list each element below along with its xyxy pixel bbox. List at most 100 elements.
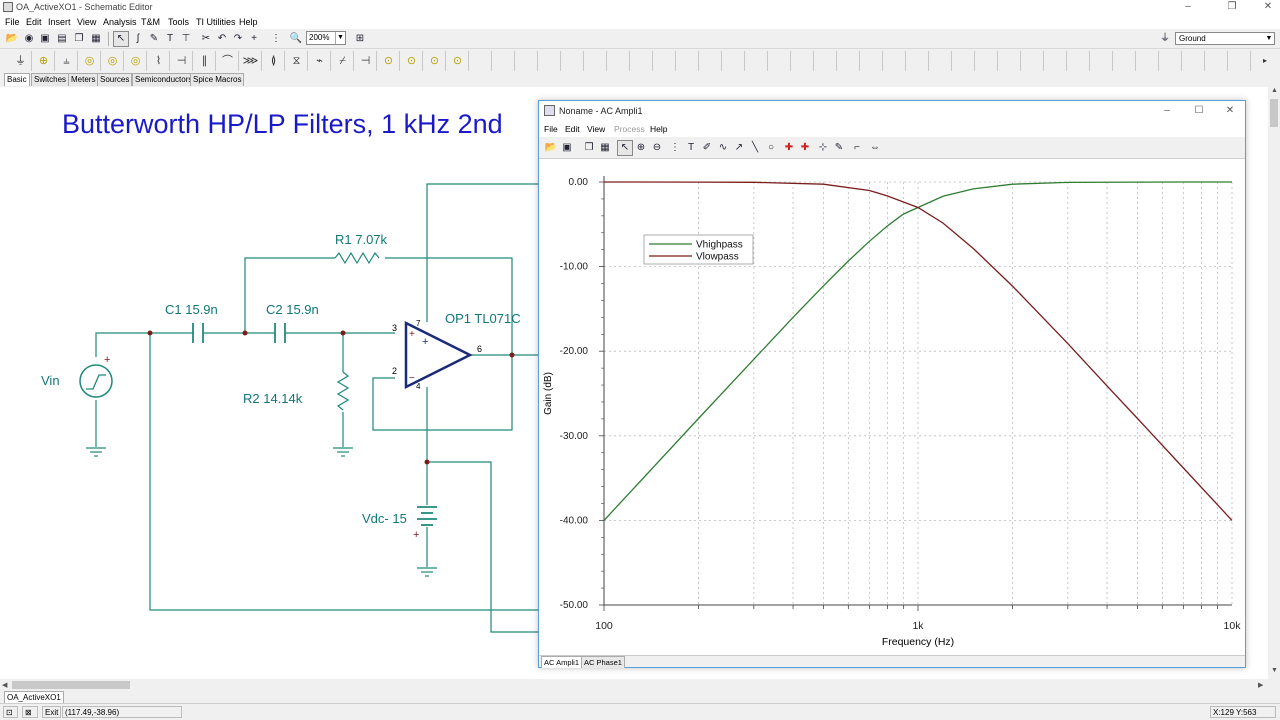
line-icon[interactable]: ╲ [747,140,763,156]
tab-document[interactable]: OA_ActiveXO1 [4,691,64,703]
vertical-scrollbar[interactable]: ▲ ▼ [1268,87,1280,679]
horizontal-scroll-thumb[interactable] [12,681,130,689]
add-icon[interactable]: + [246,31,262,47]
resistor-icon[interactable]: ⌇ [148,51,170,71]
draw-icon[interactable]: ✎ [831,140,847,156]
paste-icon[interactable]: ▦ [597,140,613,156]
menu-insert[interactable]: Insert [48,17,71,27]
text-tool-icon[interactable]: T [683,140,699,156]
tab-semiconductors[interactable]: Semiconductors [132,73,196,86]
source-component-icon[interactable]: ◎ [79,51,101,71]
zoom-icon[interactable]: 🔍 [288,31,304,47]
curve-icon[interactable]: ∿ [715,140,731,156]
menu-help[interactable]: Help [239,17,258,27]
power-meter-icon[interactable]: ⊙ [424,51,446,71]
switch-icon[interactable]: ⌁ [309,51,331,71]
ground-component-icon[interactable]: ⏚ [10,51,32,71]
copy-icon[interactable]: ❐ [581,140,597,156]
select-arrow-icon[interactable]: ↖ [617,140,633,156]
ground-tool-icon[interactable]: ⏚ [1157,31,1173,47]
marker-icon[interactable]: ⊹ [815,140,831,156]
annotate-icon[interactable]: ✐ [699,140,715,156]
meter-icon[interactable]: ⊙ [447,51,469,71]
vertical-scroll-thumb[interactable] [1270,99,1278,127]
pen-icon[interactable]: ✎ [146,31,162,47]
ac-menu-view[interactable]: View [587,124,605,134]
zoom-fit-icon[interactable]: ⊞ [352,31,368,47]
tab-switches[interactable]: Switches [31,73,70,86]
tab-ac-phase[interactable]: AC Phase1 [581,656,625,668]
coupled-inductor-icon[interactable]: ≬ [263,51,285,71]
grid-icon[interactable]: ⋮ [667,140,683,156]
zoom-out-icon[interactable]: ⊖ [649,140,665,156]
ammeter-icon[interactable]: ⊙ [401,51,423,71]
cut-icon[interactable]: ✂ [198,31,214,47]
step-icon[interactable]: ⌐ [849,140,865,156]
tab-sources[interactable]: Sources [97,73,133,86]
wire-icon[interactable]: ʃ [130,31,146,47]
paste-icon[interactable]: ▦ [88,31,104,47]
zoom-in-icon[interactable]: ⊕ [633,140,649,156]
menu-view[interactable]: View [77,17,96,27]
menu-analysis[interactable]: Analysis [103,17,137,27]
capacitor-icon[interactable]: ∥ [194,51,216,71]
label-arrow-icon[interactable]: ↗ [731,140,747,156]
close-button[interactable]: ✕ [1250,0,1280,15]
menu-tm[interactable]: T&M [141,17,160,27]
save-icon[interactable]: ▣ [559,140,575,156]
ac-source-icon[interactable]: ◎ [125,51,147,71]
battery-component-icon[interactable]: ⊕ [33,51,55,71]
arrows-icon[interactable]: ⇔ [867,140,883,156]
ac-menu-help[interactable]: Help [650,124,667,134]
scroll-right-icon[interactable]: ▶ [1258,681,1263,689]
gain-chart[interactable]: 0.00 -10.00 -20.00 -30.00 -40.00 -50.00 100 1k 1… [539,159,1245,655]
lamp-icon[interactable]: ⌿ [332,51,354,71]
ac-menu-file[interactable]: File [544,124,558,134]
minimize-button[interactable]: – [1170,0,1206,15]
copy-icon[interactable]: ❐ [71,31,87,47]
print-icon[interactable]: ▤ [54,31,70,47]
grid-icon[interactable]: ⋮ [268,31,284,47]
tab-ac-ampli[interactable]: AC Ampli1 [541,656,583,668]
scroll-left-icon[interactable]: ◀ [2,681,7,689]
voltmeter-icon[interactable]: ⊙ [378,51,400,71]
label-icon[interactable]: ⊤ [178,31,194,47]
tab-meters[interactable]: Meters [68,73,99,86]
menu-ti-utilities[interactable]: TI Utilities [196,17,236,27]
globe-icon[interactable]: ◉ [21,31,37,47]
inductor-icon[interactable]: ⌒ [217,51,239,71]
junction-icon[interactable]: ⊣ [355,51,377,71]
ground-select[interactable]: Ground ▼ [1175,32,1275,45]
ac-minimize-button[interactable]: – [1149,104,1185,119]
redo-icon[interactable]: ↷ [230,31,246,47]
tab-basic[interactable]: Basic [4,73,30,86]
status-mode-icon[interactable]: ⊠ [22,706,38,718]
save-icon[interactable]: ▣ [37,31,53,47]
current-source-icon[interactable]: ◎ [102,51,124,71]
menu-tools[interactable]: Tools [168,17,189,27]
text-tool-icon[interactable]: T [162,31,178,47]
horizontal-scrollbar[interactable]: ◀ ▶ [0,679,1268,691]
ac-menu-edit[interactable]: Edit [565,124,580,134]
ac-close-button[interactable]: ✕ [1212,104,1248,119]
scroll-up-icon[interactable]: ▲ [1271,87,1278,94]
open-folder-icon[interactable]: 📂 [4,31,20,47]
crystal-icon[interactable]: ⧖ [286,51,308,71]
circle-icon[interactable]: ○ [763,140,779,156]
tab-spice-macros[interactable]: Spice Macros [190,73,245,86]
open-folder-icon[interactable]: 📂 [543,140,559,156]
scroll-right-icon[interactable]: ▸ [1254,51,1276,71]
capacitor-ground-icon[interactable]: ⫨ [56,51,78,71]
diode-icon[interactable]: ⊣ [171,51,193,71]
status-icon[interactable]: ⊡ [3,706,18,718]
cursor-b-icon[interactable]: ✚ [797,140,813,156]
scroll-down-icon[interactable]: ▼ [1271,667,1278,674]
ac-menu-process[interactable]: Process [614,124,645,134]
menu-edit[interactable]: Edit [26,17,42,27]
menu-file[interactable]: File [5,17,20,27]
undo-icon[interactable]: ↶ [214,31,230,47]
exit-button[interactable]: Exit [42,706,62,718]
cursor-a-icon[interactable]: ✚ [781,140,797,156]
maximize-button[interactable]: ❐ [1214,0,1250,15]
transformer-icon[interactable]: ⋙ [240,51,262,71]
